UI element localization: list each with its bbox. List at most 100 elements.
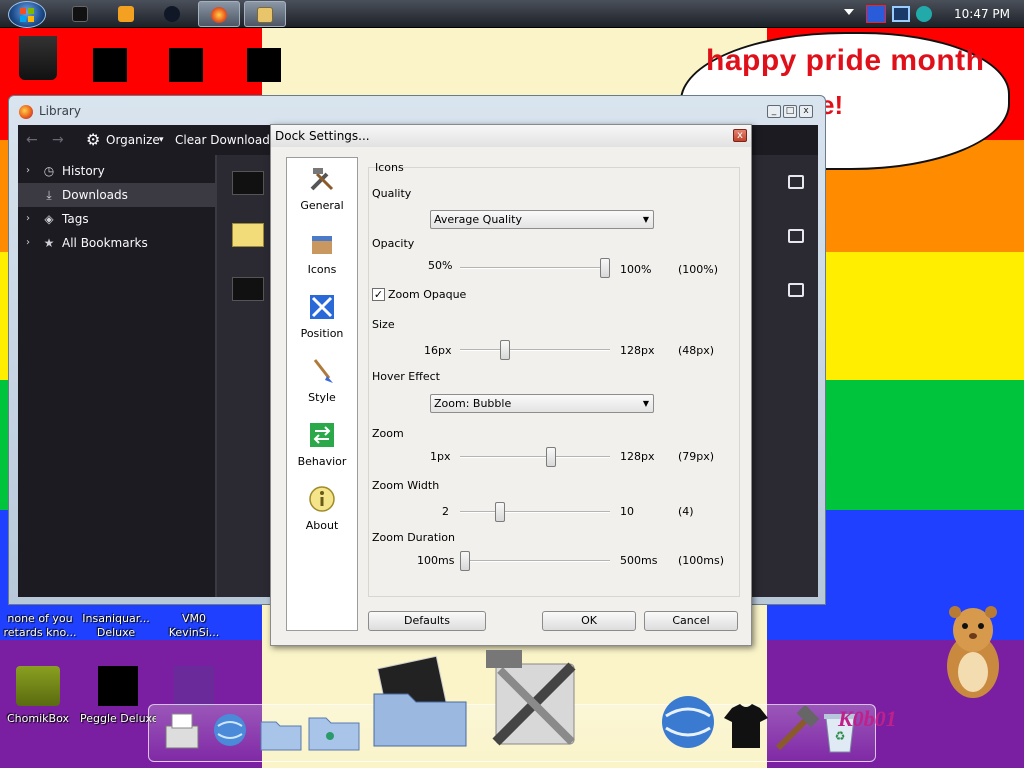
zoom-slider-track[interactable]: [460, 456, 610, 458]
nav-label: General: [300, 199, 344, 212]
folder-icon[interactable]: [788, 175, 804, 189]
desktop-icon-peggle-deluxe[interactable]: Peggle Deluxe: [80, 666, 156, 726]
expand-icon[interactable]: ›: [26, 159, 30, 183]
sidebar-item-history[interactable]: › ◷ History: [18, 159, 217, 183]
size-min: 16px: [424, 344, 452, 357]
redacted-icon: [169, 48, 203, 82]
zoom-width-slider-thumb[interactable]: [495, 502, 505, 522]
clear-downloads-button[interactable]: Clear Downloads: [175, 125, 276, 155]
ok-button[interactable]: OK: [542, 611, 636, 631]
folder-icon[interactable]: [788, 283, 804, 297]
music-folder-icon[interactable]: [306, 706, 362, 752]
defaults-button[interactable]: Defaults: [368, 611, 486, 631]
taskbar-media-button[interactable]: [106, 1, 148, 27]
zoom-duration-label: Zoom Duration: [372, 531, 455, 544]
quality-dropdown[interactable]: Average Quality ▼: [430, 210, 654, 229]
zoom-duration-slider-track[interactable]: [460, 560, 610, 562]
nav-item-about[interactable]: About: [287, 480, 357, 540]
tools-icon[interactable]: [476, 644, 594, 752]
chevron-down-icon: ▼: [642, 399, 649, 408]
sidebar-item-label: History: [62, 164, 105, 178]
library-titlebar[interactable]: Library _ □ x: [9, 96, 825, 124]
desktop-icon-recycle-bin[interactable]: [0, 36, 76, 80]
taskbar-window-switch-button[interactable]: [244, 1, 286, 27]
cancel-button[interactable]: Cancel: [644, 611, 738, 631]
hammer-icon[interactable]: [772, 706, 822, 754]
globe-icon[interactable]: [208, 708, 252, 752]
download-file-icon[interactable]: [232, 171, 264, 195]
opacity-slider-thumb[interactable]: [600, 258, 610, 278]
info-icon: [309, 486, 335, 512]
behavior-arrows-icon: [310, 423, 334, 447]
taskbar-dark-orb-button[interactable]: [152, 1, 194, 27]
sidebar-item-downloads[interactable]: ⤓ Downloads: [18, 183, 217, 207]
desktop-icon-insaniquarium[interactable]: Insaniquar... Deluxe: [78, 612, 154, 640]
shield-icon[interactable]: [866, 5, 886, 23]
close-icon[interactable]: x: [733, 129, 747, 142]
chomikbox-icon: [16, 666, 60, 706]
dialog-titlebar[interactable]: Dock Settings... x: [271, 125, 751, 147]
expand-icon[interactable]: ›: [26, 207, 30, 231]
size-current: (48px): [678, 344, 715, 357]
tools-icon: [310, 168, 334, 191]
close-button[interactable]: x: [799, 105, 813, 118]
arrows-move-icon: [310, 295, 334, 319]
hamster-icon: [947, 606, 999, 698]
quality-label: Quality: [372, 187, 412, 200]
desktop-icon-none-of-you[interactable]: none of you retards kno...: [2, 612, 78, 640]
start-button[interactable]: [8, 1, 46, 28]
folder-icon[interactable]: [258, 712, 304, 752]
size-slider-thumb[interactable]: [499, 340, 510, 360]
zoom-opaque-checkbox[interactable]: ✓: [372, 288, 385, 301]
desktop-icon-windows-live[interactable]: [72, 48, 148, 82]
desktop-icon-peggle-world[interactable]: [148, 48, 224, 82]
network-icon[interactable]: [892, 6, 910, 22]
back-button[interactable]: ←: [26, 131, 42, 149]
hover-effect-dropdown[interactable]: Zoom: Bubble ▼: [430, 394, 654, 413]
desktop-icon-visual-studio[interactable]: [156, 666, 232, 706]
window-switch-icon: [257, 7, 273, 23]
desktop-icon-chomikbox[interactable]: ChomikBox: [0, 666, 76, 726]
redacted-icon: [247, 48, 281, 82]
sidebar-item-tags[interactable]: › ◈ Tags: [18, 207, 217, 231]
expand-tray-icon[interactable]: [844, 9, 854, 15]
nav-item-position[interactable]: Position: [287, 288, 357, 348]
brush-icon: [313, 359, 333, 383]
shirt-icon[interactable]: [722, 700, 770, 752]
forward-button[interactable]: →: [52, 131, 68, 149]
taskbar-clock[interactable]: 10:47 PM: [940, 1, 1024, 27]
nav-label: Behavior: [297, 455, 347, 468]
web-globe-icon[interactable]: [654, 690, 722, 752]
zoom-label: Zoom: [372, 427, 404, 440]
opacity-slider-track[interactable]: [460, 267, 610, 269]
iso-file-icon[interactable]: [232, 223, 264, 247]
zoom-duration-slider-thumb[interactable]: [460, 551, 470, 571]
zoom-slider-thumb[interactable]: [545, 447, 556, 467]
nav-label: Icons: [307, 263, 337, 276]
folder-icon[interactable]: [788, 229, 804, 243]
opacity-current: (100%): [678, 263, 719, 276]
taskbar-terminal-button[interactable]: [60, 1, 102, 27]
organize-button[interactable]: ⚙ Organize ▾: [84, 125, 170, 155]
sync-icon[interactable]: [916, 6, 932, 22]
minimize-button[interactable]: _: [767, 105, 781, 118]
maximize-button[interactable]: □: [783, 105, 797, 118]
photo-folder-icon[interactable]: [368, 654, 472, 750]
taskbar-firefox-button[interactable]: [198, 1, 240, 27]
printer-icon[interactable]: [160, 708, 204, 758]
organize-label: Organize: [106, 133, 160, 147]
nav-item-general[interactable]: General: [287, 160, 357, 220]
nav-item-behavior[interactable]: Behavior: [287, 416, 357, 476]
zoom-width-slider-track[interactable]: [460, 511, 610, 513]
expand-icon[interactable]: ›: [26, 231, 30, 255]
desktop-icon-vm0[interactable]: VM0 KevinSi...: [156, 612, 232, 640]
opacity-max: 100%: [620, 263, 652, 276]
desktop-icon-label: KevinSi...: [168, 626, 220, 639]
chevron-down-icon: ▾: [159, 135, 164, 145]
sidebar-item-all-bookmarks[interactable]: › ★ All Bookmarks: [18, 231, 217, 255]
download-file-icon[interactable]: [232, 277, 264, 301]
nav-item-style[interactable]: Style: [287, 352, 357, 412]
nav-item-icons[interactable]: Icons: [287, 224, 357, 284]
desktop-icon-songbird[interactable]: [226, 48, 302, 82]
size-slider-track[interactable]: [460, 349, 610, 351]
